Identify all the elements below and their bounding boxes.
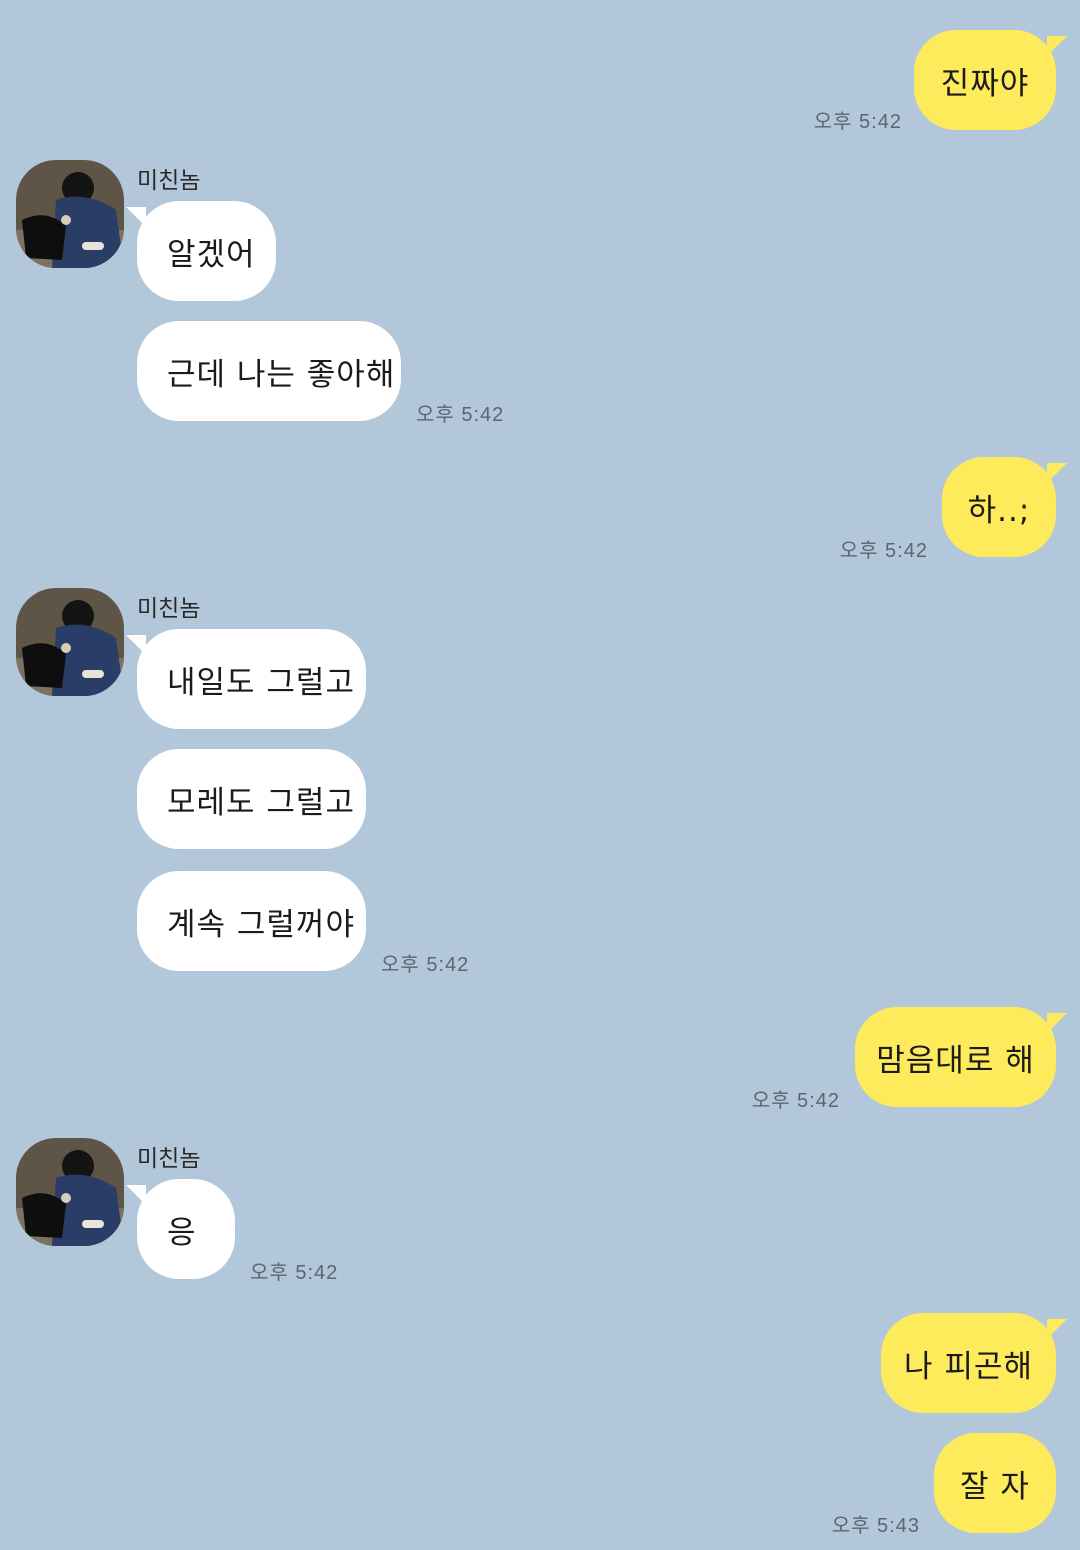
message-text: 하..;: [967, 492, 1031, 529]
contact-avatar[interactable]: [16, 160, 124, 268]
bubble-tail: [126, 635, 146, 655]
bubble-tail: [1047, 463, 1067, 483]
contact-avatar[interactable]: [16, 1138, 124, 1246]
message-bubble-outgoing[interactable]: 진짜야: [914, 30, 1067, 130]
message-bubble-incoming[interactable]: 응: [126, 1179, 235, 1279]
contact-avatar[interactable]: [16, 588, 124, 696]
contact-name: 미친놈: [137, 1146, 201, 1172]
contact-name: 미친놈: [137, 596, 201, 622]
message-timestamp: 오후 5:42: [381, 954, 470, 976]
message-text: 진짜야: [940, 65, 1030, 102]
bubble-tail: [1047, 1319, 1067, 1339]
bubble-tail: [126, 1185, 146, 1205]
bubble-tail: [1047, 1013, 1067, 1033]
bubble-tail: [1047, 36, 1067, 56]
message-bubble-outgoing[interactable]: 맘음대로 해: [855, 1007, 1067, 1107]
message-text: 계속 그럴꺼야: [167, 906, 355, 943]
message-bubble-incoming[interactable]: 내일도 그럴고: [126, 629, 366, 729]
contact-name: 미친놈: [137, 168, 201, 194]
message-text: 응: [167, 1214, 197, 1251]
message-bubble-outgoing[interactable]: 나 피곤해: [881, 1313, 1067, 1413]
message-bubble-incoming[interactable]: 알겠어: [126, 201, 276, 301]
message-text: 근데 나는 좋아해: [167, 356, 396, 393]
message-bubble-outgoing[interactable]: 잘 자: [934, 1433, 1056, 1533]
message-timestamp: 오후 5:43: [831, 1515, 920, 1537]
bubble-tail: [126, 207, 146, 227]
profile-photo-icon: [16, 588, 124, 696]
profile-photo-icon: [16, 160, 124, 268]
message-bubble-incoming[interactable]: 계속 그럴꺼야: [137, 871, 366, 971]
message-text: 모레도 그럴고: [167, 784, 355, 821]
message-bubble-outgoing[interactable]: 하..;: [942, 457, 1067, 557]
message-timestamp: 오후 5:42: [416, 404, 505, 426]
message-timestamp: 오후 5:42: [250, 1262, 339, 1284]
message-timestamp: 오후 5:42: [839, 540, 928, 562]
message-text: 알겠어: [167, 236, 256, 273]
message-bubble-incoming[interactable]: 근데 나는 좋아해: [137, 321, 401, 421]
message-text: 잘 자: [960, 1468, 1030, 1505]
message-text: 나 피곤해: [904, 1348, 1033, 1385]
message-bubble-incoming[interactable]: 모레도 그럴고: [137, 749, 366, 849]
message-text: 내일도 그럴고: [167, 664, 355, 701]
message-timestamp: 오후 5:42: [751, 1090, 840, 1112]
profile-photo-icon: [16, 1138, 124, 1246]
message-timestamp: 오후 5:42: [813, 111, 902, 133]
message-text: 맘음대로 해: [876, 1042, 1035, 1079]
